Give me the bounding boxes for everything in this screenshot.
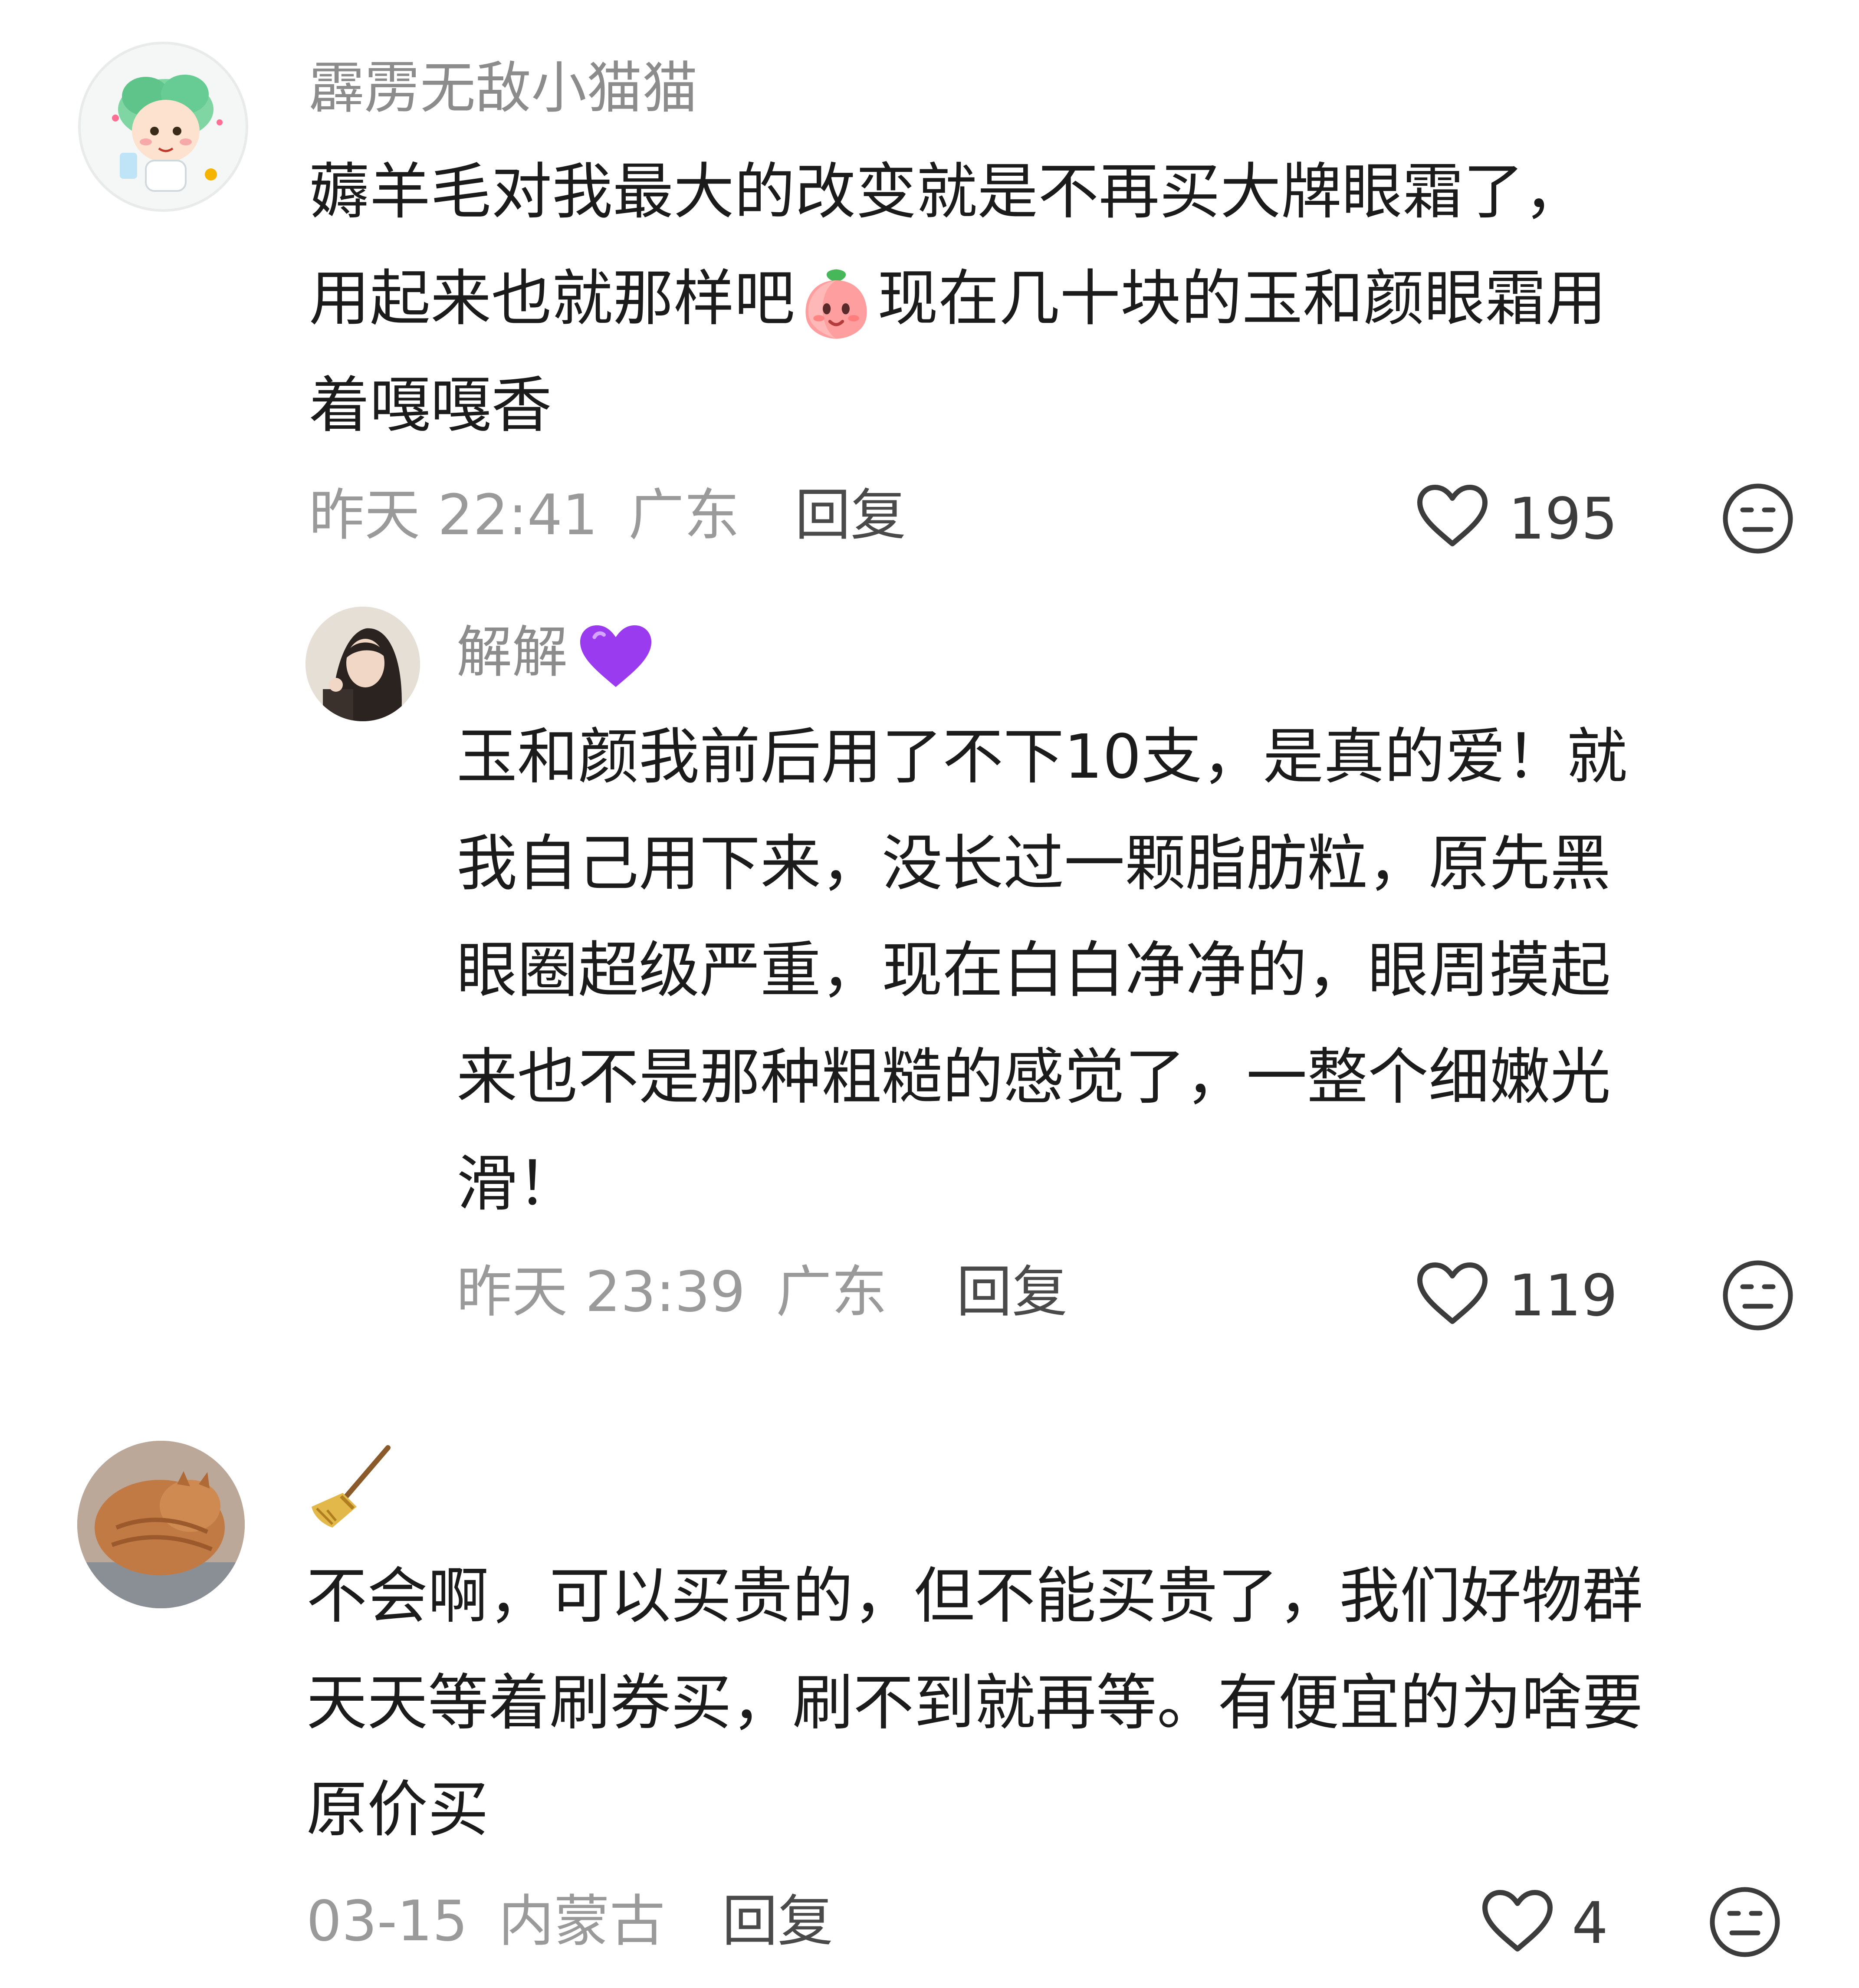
avatar[interactable] (305, 607, 420, 721)
comment-line: 着嘎嘎香 (309, 370, 552, 441)
broom-icon (312, 1445, 391, 1528)
comment-line: 天天等着刷券买，刷不到就再等。有便宜的为啥要 (306, 1668, 1643, 1738)
meh-face-icon[interactable] (1721, 1259, 1795, 1332)
purple-heart-icon (580, 625, 652, 687)
heart-outline-icon[interactable] (1416, 1260, 1489, 1326)
like-count: 4 (1572, 1890, 1608, 1957)
comment-location: 广东 (628, 483, 740, 548)
comment-line: 原价买 (306, 1774, 489, 1845)
username-text: 解解 (457, 620, 568, 685)
reply-button[interactable]: 回复 (795, 481, 906, 550)
avatar-cat-photo-image (77, 1441, 245, 1608)
like-count: 195 (1508, 486, 1618, 552)
comment-meta: 03-15 内蒙古 (306, 1887, 665, 1956)
comment-time: 昨天 22:41 (309, 483, 598, 548)
avatar[interactable] (78, 42, 248, 212)
comment-meta: 昨天 23:39 广东 (457, 1258, 887, 1327)
reply-button[interactable]: 回复 (722, 1887, 833, 1956)
username[interactable]: 霹雳无敌小猫猫 (309, 54, 698, 123)
avatar[interactable] (77, 1441, 245, 1608)
comment-line-part: 用起来也就那样吧 (309, 263, 795, 334)
meh-face-icon[interactable] (1721, 482, 1795, 555)
comment-line: 薅羊毛对我最大的改变就是不再买大牌眼霜了， (309, 157, 1585, 227)
reply-button[interactable]: 回复 (956, 1258, 1067, 1327)
avatar-cartoon-image (112, 75, 223, 192)
comment-line: 用起来也就那样吧 现在几十块的玉和颜眼霜用 (309, 246, 1606, 352)
comment-line: 玉和颜我前后用了不下10支，是真的爱！就 (457, 722, 1628, 792)
comment-meta: 昨天 22:41 广东 (309, 481, 739, 550)
heart-outline-icon[interactable] (1481, 1888, 1554, 1954)
peach-face-emoji-icon (805, 269, 867, 339)
comment-text: 薅羊毛对我最大的改变就是不再买大牌眼霜了， 用起来也就那样吧 现在几十块的玉和颜… (309, 139, 1606, 459)
comment-line: 来也不是那种粗糙的感觉了，一整个细嫩光 (457, 1042, 1611, 1113)
comment-location: 广东 (776, 1260, 887, 1324)
like-count: 119 (1508, 1262, 1618, 1329)
avatar-photo-image (305, 607, 420, 721)
comment-line: 滑！ (457, 1149, 578, 1219)
comment-line: 我自己用下来，没长过一颗脂肪粒，原先黑 (457, 828, 1611, 899)
comment-text: 玉和颜我前后用了不下10支，是真的爱！就 我自己用下来，没长过一颗脂肪粒，原先黑… (457, 704, 1627, 1238)
meh-face-icon[interactable] (1708, 1885, 1782, 1959)
comment-time: 昨天 23:39 (457, 1260, 746, 1324)
comment-location: 内蒙古 (498, 1889, 665, 1954)
heart-outline-icon[interactable] (1416, 483, 1489, 549)
username[interactable]: 解解 (457, 618, 656, 693)
comment-line: 眼圈超级严重，现在白白净净的，眼周摸起 (457, 935, 1611, 1006)
comment-line: 不会啊，可以买贵的，但不能买贵了，我们好物群 (306, 1561, 1643, 1632)
comment-line-part: 现在几十块的玉和颜眼霜用 (877, 263, 1607, 334)
comment-time: 03-15 (306, 1889, 468, 1954)
comment-text: 不会啊，可以买贵的，但不能买贵了，我们好物群 天天等着刷券买，刷不到就再等。有便… (306, 1543, 1643, 1863)
